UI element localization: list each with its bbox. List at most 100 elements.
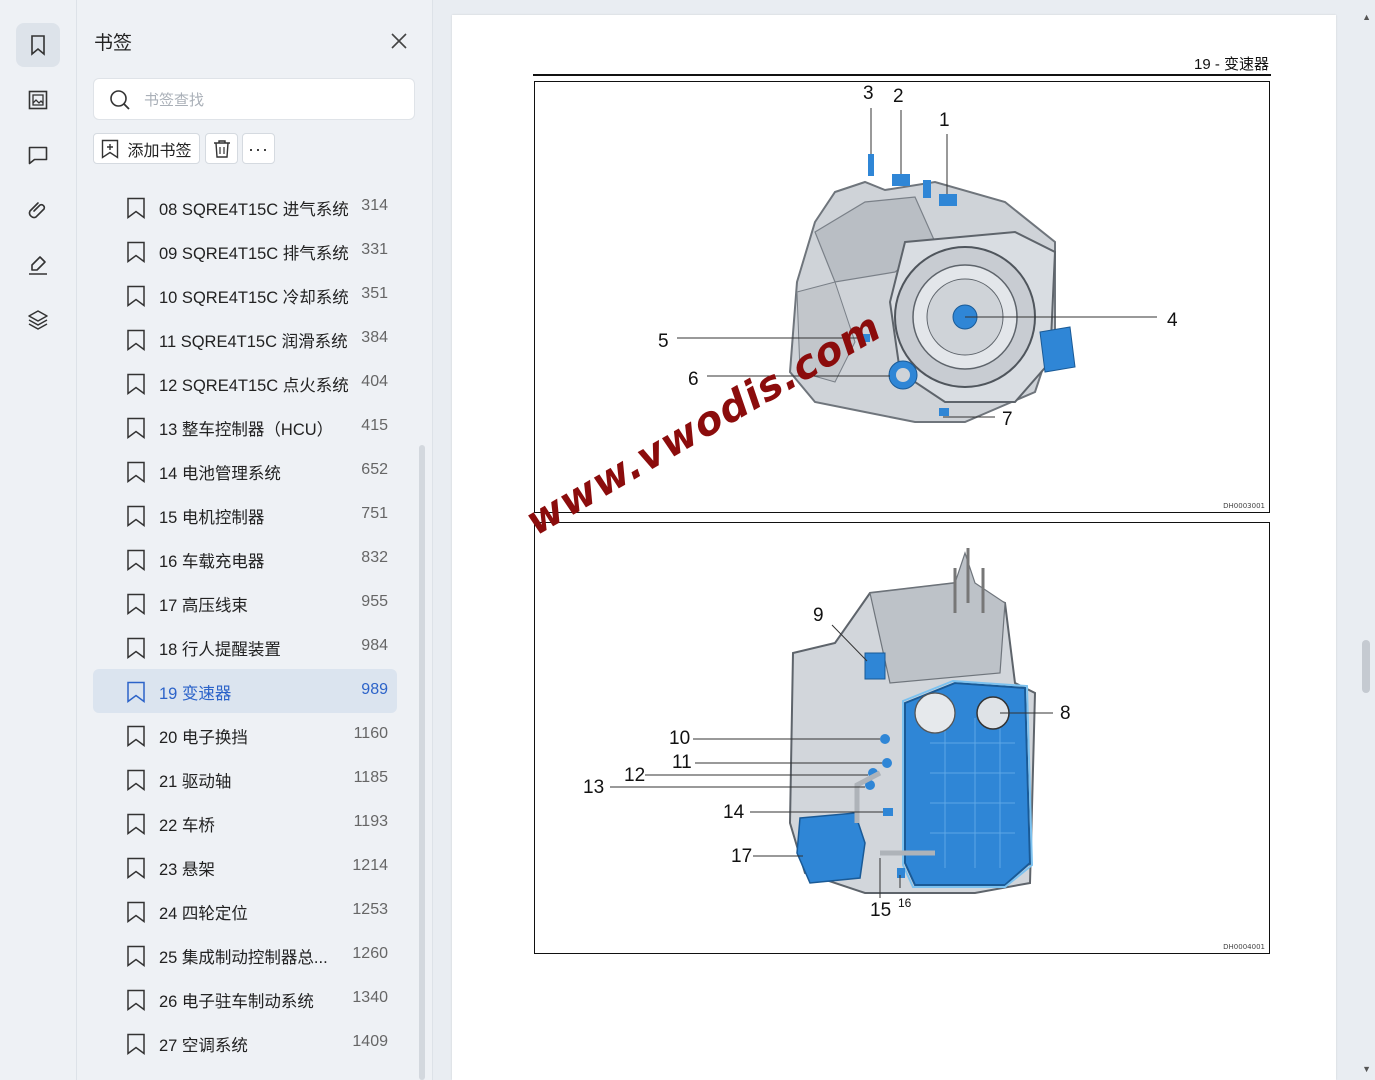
bookmark-icon [127,637,145,659]
bookmark-icon [127,417,145,439]
bookmark-icon [127,373,145,395]
more-button[interactable]: ··· [242,133,275,164]
callout-1: 1 [939,110,950,131]
callout-12: 12 [624,765,646,786]
page-header: 19 - 变速器 [1193,56,1269,73]
bookmark-page: 984 [361,637,388,654]
bookmark-page: 384 [361,329,388,346]
bookmark-icon [127,197,145,219]
attachment-tab[interactable] [16,188,60,232]
bookmark-icon [31,35,45,56]
bookmark-label: 17 高压线束 [159,597,248,615]
add-bookmark-button[interactable]: 添加书签 [93,133,200,164]
bookmark-icon [127,241,145,263]
bookmark-icon [127,329,145,351]
bookmark-item[interactable]: 12 SQRE4T15C 点火系统 404 [93,361,397,405]
thumbnail-tab[interactable] [16,78,60,122]
bookmark-item[interactable]: 20 电子换挡 1160 [93,713,397,757]
bookmark-icon [127,769,145,791]
bookmark-page: 989 [361,681,388,698]
bookmark-label: 16 车载充电器 [159,553,265,571]
bookmark-item[interactable]: 19 变速器 989 [93,669,397,713]
bookmark-icon [127,725,145,747]
bookmark-icon [127,813,145,835]
bookmark-item[interactable]: 17 高压线束 955 [93,581,397,625]
add-bookmark-label: 添加书签 [127,142,192,160]
bookmark-item[interactable]: 11 SQRE4T15C 润滑系统 384 [93,317,397,361]
callout-5: 5 [658,331,669,352]
callout-16: 16 [898,896,912,910]
bookmark-item[interactable]: 14 电池管理系统 652 [93,449,397,493]
bookmark-item[interactable]: 23 悬架 1214 [93,845,397,889]
layers-icon [28,310,48,330]
bookmark-label: 24 四轮定位 [159,905,248,923]
bookmark-tab[interactable] [16,23,60,67]
bookmark-item[interactable]: 15 电机控制器 751 [93,493,397,537]
layers-tab[interactable] [16,298,60,342]
bookmark-item[interactable]: 13 整车控制器（HCU） 415 [93,405,397,449]
callout-13: 13 [583,777,605,798]
bookmark-icon [127,681,145,703]
bookmark-label: 20 电子换挡 [159,729,248,747]
document-scrollbar-thumb[interactable] [1362,640,1370,693]
bookmark-page: 1193 [353,813,388,830]
figure-code: DH0003001 [1223,502,1265,510]
figure-transmission-rear: 9 8 10 11 12 13 14 17 15 16 DH0004001 [534,522,1270,954]
bookmark-label: 11 SQRE4T15C 润滑系统 [159,333,348,351]
bookmark-page: 1409 [352,1033,388,1050]
bookmark-label: 15 电机控制器 [159,509,265,527]
bookmark-item[interactable]: 09 SQRE4T15C 排气系统 331 [93,229,397,273]
bookmark-search-input[interactable] [142,87,406,113]
bookmark-item[interactable]: 10 SQRE4T15C 冷却系统 351 [93,273,397,317]
figure-code: DH0004001 [1223,943,1265,951]
bookmark-item[interactable]: 21 驱动轴 1185 [93,757,397,801]
bookmark-icon [127,461,145,483]
bookmark-label: 27 空调系统 [159,1037,248,1055]
bookmark-icon [127,989,145,1011]
add-bookmark-icon [102,139,119,159]
transmission-rear-illustration [610,548,1053,898]
bookmark-page: 652 [361,461,388,478]
bookmark-page: 1214 [352,857,388,874]
bookmark-page: 1260 [352,945,388,962]
bookmark-label: 12 SQRE4T15C 点火系统 [159,377,349,395]
close-icon [391,33,407,49]
bookmark-item[interactable]: 22 车桥 1193 [93,801,397,845]
callout-3: 3 [863,83,874,104]
bookmark-page: 832 [361,549,388,566]
bookmark-list: 08 SQRE4T15C 进气系统 314 09 SQRE4T15C 排气系统 331… [93,185,399,1065]
bookmark-item[interactable]: 08 SQRE4T15C 进气系统 314 [93,185,397,229]
scroll-up-arrow[interactable]: ▲ [1362,12,1371,22]
scroll-down-arrow[interactable]: ▼ [1362,1064,1371,1074]
trash-icon [213,139,230,158]
bookmark-item[interactable]: 25 集成制动控制器总... 1260 [93,933,397,977]
callout-6: 6 [688,369,699,390]
bookmark-label: 14 电池管理系统 [159,465,281,483]
callout-9: 9 [813,605,824,626]
document-viewer: 19 - 变速器 3 2 1 4 5 6 7 DH0003001 9 8 10 … [433,0,1375,1080]
bookmark-label: 22 车桥 [159,817,215,835]
bookmark-page: 1340 [352,989,388,1006]
bookmark-item[interactable]: 27 空调系统 1409 [93,1021,397,1065]
bookmark-item[interactable]: 16 车载充电器 832 [93,537,397,581]
signature-icon [29,256,47,275]
bookmark-item[interactable]: 18 行人提醒装置 984 [93,625,397,669]
panel-scrollbar[interactable] [419,445,425,1080]
bookmark-page: 331 [361,241,388,258]
bookmark-label: 09 SQRE4T15C 排气系统 [159,245,349,263]
bookmark-page: 314 [361,197,388,214]
bookmark-item[interactable]: 24 四轮定位 1253 [93,889,397,933]
attachment-icon [28,202,46,219]
bookmark-item[interactable]: 26 电子驻车制动系统 1340 [93,977,397,1021]
signature-tab[interactable] [16,243,60,287]
bookmark-icon [127,945,145,967]
bookmark-icon [127,285,145,307]
comment-icon [28,146,48,165]
delete-bookmark-button[interactable] [205,133,238,164]
comment-tab[interactable] [16,133,60,177]
bookmark-page: 955 [361,593,388,610]
callout-8: 8 [1060,703,1071,724]
bookmark-icon [127,1033,145,1055]
thumbnail-icon [28,90,48,110]
close-panel-button[interactable] [386,28,412,54]
